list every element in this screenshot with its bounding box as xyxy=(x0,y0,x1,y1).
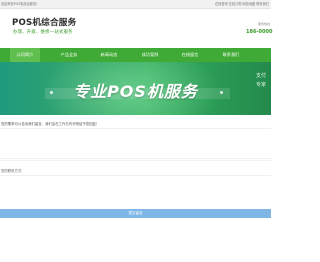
top-link-contact[interactable]: 联系我们 xyxy=(256,0,269,8)
nav-item-about[interactable]: 公司简介 xyxy=(10,48,40,62)
banner-dot-right xyxy=(220,91,223,94)
nav-item-products[interactable]: 产品业务 xyxy=(54,48,84,62)
top-link-consult[interactable]: 在线咨询 xyxy=(215,0,228,8)
site-slogan: 办理、升级、维修一站式服务 xyxy=(13,30,73,35)
top-utility-bar: 欢迎来到POS机综合服务！ 在线咨询 在线订购 网站地图 联系我们 xyxy=(0,0,271,9)
nav-item-contact[interactable]: 联系我们 xyxy=(216,48,246,62)
welcome-text: 欢迎来到POS机综合服务！ xyxy=(1,2,40,6)
banner-side-line-1: 支付 xyxy=(255,73,266,79)
form-divider xyxy=(0,160,271,161)
top-links: 在线咨询 在线订购 网站地图 联系我们 xyxy=(215,0,269,8)
nav-item-news[interactable]: 新闻动态 xyxy=(94,48,124,62)
banner-side-line-2: 专家 xyxy=(255,82,266,88)
top-link-sitemap[interactable]: 网站地图 xyxy=(243,0,256,8)
site-title[interactable]: POS机综合服务 xyxy=(12,18,76,28)
top-link-order[interactable]: 在线订购 xyxy=(229,0,242,8)
message-notice: 您的需求可以告诉我们留言，我们会在工作日内尽快给予您回复！ xyxy=(1,122,100,126)
main-nav: 公司简介 产品业务 新闻动态 成功案例 在线留言 联系我们 xyxy=(0,48,271,62)
hotline-number: 186-0000 xyxy=(246,29,273,35)
message-textarea[interactable] xyxy=(0,128,271,159)
hotline-label: 服务热线 xyxy=(257,22,270,26)
submit-button[interactable]: 提交留言 xyxy=(0,209,271,218)
nav-item-cases[interactable]: 成功案例 xyxy=(135,48,165,62)
banner-side-text: 支付 专家 xyxy=(254,72,268,90)
nav-item-message[interactable]: 在线留言 xyxy=(175,48,205,62)
contact-label: 您的联系方式 xyxy=(1,169,22,173)
banner-headline: 专业POS机服务 xyxy=(73,82,198,101)
hero-banner: 专业POS机服务 支付 专家 xyxy=(0,62,271,115)
contact-input[interactable] xyxy=(0,175,271,201)
